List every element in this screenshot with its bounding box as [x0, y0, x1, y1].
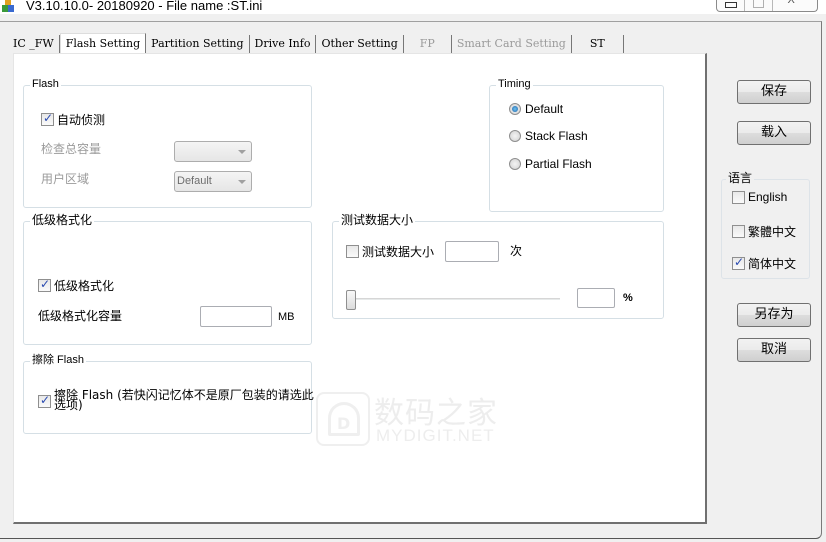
tab-other-setting[interactable]: Other Setting: [316, 35, 404, 54]
tab-fp[interactable]: FP: [403, 35, 452, 54]
user-area-select[interactable]: Default: [174, 171, 252, 192]
check-capacity-label: 检查总容量: [41, 142, 102, 156]
timing-stack-flash-radio[interactable]: Stack Flash: [509, 129, 588, 143]
mb-unit-label: MB: [278, 311, 295, 323]
erase-flash-label-line2: 选项): [54, 398, 83, 412]
erase-flash-label-line1: 擦除 Flash (若快闪记忆体不是原厂包装的请选此: [54, 388, 314, 402]
times-unit-label: 次: [510, 244, 523, 258]
tab-flash-setting[interactable]: Flash Setting: [59, 33, 147, 54]
checkbox-checked-icon: [732, 255, 745, 270]
minimize-button[interactable]: [717, 0, 746, 11]
app-icon: [2, 0, 14, 12]
watermark-logo-icon: D: [316, 392, 370, 446]
percent-input[interactable]: [577, 288, 615, 308]
checkbox-unchecked-icon: [732, 190, 745, 204]
percent-unit-label: %: [623, 292, 633, 304]
test-data-label: 测试数据大小: [362, 245, 435, 259]
window-controls: [716, 0, 818, 12]
timing-group-title: Timing: [496, 77, 533, 91]
timing-partial-flash-radio[interactable]: Partial Flash: [509, 157, 592, 171]
language-simplified-chinese-checkbox[interactable]: 简体中文: [732, 255, 796, 272]
check-capacity-select[interactable]: [174, 141, 252, 162]
radio-selected-icon: [509, 103, 521, 115]
percent-slider-track[interactable]: [348, 298, 560, 301]
language-english-checkbox[interactable]: English: [732, 190, 787, 204]
low-format-group-title: 低级格式化: [30, 213, 95, 227]
flash-setting-panel: Flash 自动侦测 检查总容量 用户区域 Default 低级格式化 低级格式…: [13, 53, 707, 524]
checkbox-checked-icon: [38, 277, 51, 292]
maximize-button[interactable]: [745, 0, 774, 11]
window-title: V3.10.10.0- 20180920 - File name :ST.ini: [26, 0, 263, 13]
low-format-capacity-label: 低级格式化容量: [38, 309, 123, 323]
erase-flash-group-title: 擦除 Flash: [30, 353, 86, 367]
erase-flash-checkbox[interactable]: 擦除 Flash (若快闪记忆体不是原厂包装的请选此 选项): [38, 388, 314, 412]
chevron-down-icon: [238, 150, 246, 154]
watermark: D 数码之家 MYDIGIT.NET: [316, 392, 516, 452]
flash-group: Flash 自动侦测 检查总容量 用户区域 Default: [23, 77, 312, 208]
checkbox-unchecked-icon: [346, 245, 359, 258]
test-data-group: 测试数据大小 测试数据大小 次 %: [332, 213, 664, 319]
erase-flash-group: 擦除 Flash 擦除 Flash (若快闪记忆体不是原厂包装的请选此 选项): [23, 353, 314, 434]
test-data-group-title: 测试数据大小: [339, 213, 416, 227]
user-area-value: Default: [177, 175, 212, 187]
low-format-checkbox[interactable]: 低级格式化: [38, 277, 114, 294]
tab-smart-card-setting[interactable]: Smart Card Setting: [451, 35, 572, 54]
tab-ic-fw[interactable]: IC _FW: [8, 35, 60, 54]
low-format-group: 低级格式化 低级格式化 低级格式化容量 MB: [23, 213, 312, 345]
tab-drive-info[interactable]: Drive Info: [249, 35, 317, 54]
percent-slider-thumb[interactable]: [346, 290, 356, 310]
app-window: V3.10.10.0- 20180920 - File name :ST.ini…: [0, 0, 826, 542]
load-button[interactable]: 载入: [737, 121, 811, 145]
checkbox-checked-icon: [38, 393, 51, 408]
radio-unselected-icon: [509, 158, 521, 170]
low-format-capacity-input[interactable]: [200, 306, 272, 327]
save-as-button[interactable]: 另存为: [737, 303, 811, 327]
flash-group-title: Flash: [30, 77, 61, 91]
low-format-label: 低级格式化: [54, 279, 115, 293]
language-traditional-chinese-checkbox[interactable]: 繁體中文: [732, 223, 796, 240]
timing-group: Timing Default Stack Flash Partial Flash: [489, 77, 664, 212]
radio-unselected-icon: [509, 130, 521, 142]
title-bar: V3.10.10.0- 20180920 - File name :ST.ini: [0, 0, 826, 14]
tab-bar: IC _FW Flash Setting Partition Setting D…: [8, 33, 624, 54]
test-data-count-input[interactable]: [445, 241, 499, 262]
tab-st[interactable]: ST: [571, 35, 624, 54]
auto-detect-checkbox[interactable]: 自动侦测: [41, 111, 105, 128]
language-group: 语言 English 繁體中文 简体中文: [721, 171, 810, 279]
close-button[interactable]: [773, 0, 817, 11]
watermark-en-text: MYDIGIT.NET: [376, 426, 495, 445]
language-group-title: 语言: [726, 171, 755, 185]
auto-detect-label: 自动侦测: [57, 113, 106, 127]
checkbox-unchecked-icon: [732, 225, 745, 238]
chevron-down-icon: [238, 180, 246, 184]
timing-default-radio[interactable]: Default: [509, 102, 563, 116]
tab-partition-setting[interactable]: Partition Setting: [146, 35, 250, 54]
test-data-checkbox[interactable]: 测试数据大小: [346, 243, 434, 260]
checkbox-checked-icon: [41, 111, 54, 126]
save-button[interactable]: 保存: [737, 80, 811, 104]
cancel-button[interactable]: 取消: [737, 338, 811, 362]
user-area-label: 用户区域: [41, 172, 90, 186]
